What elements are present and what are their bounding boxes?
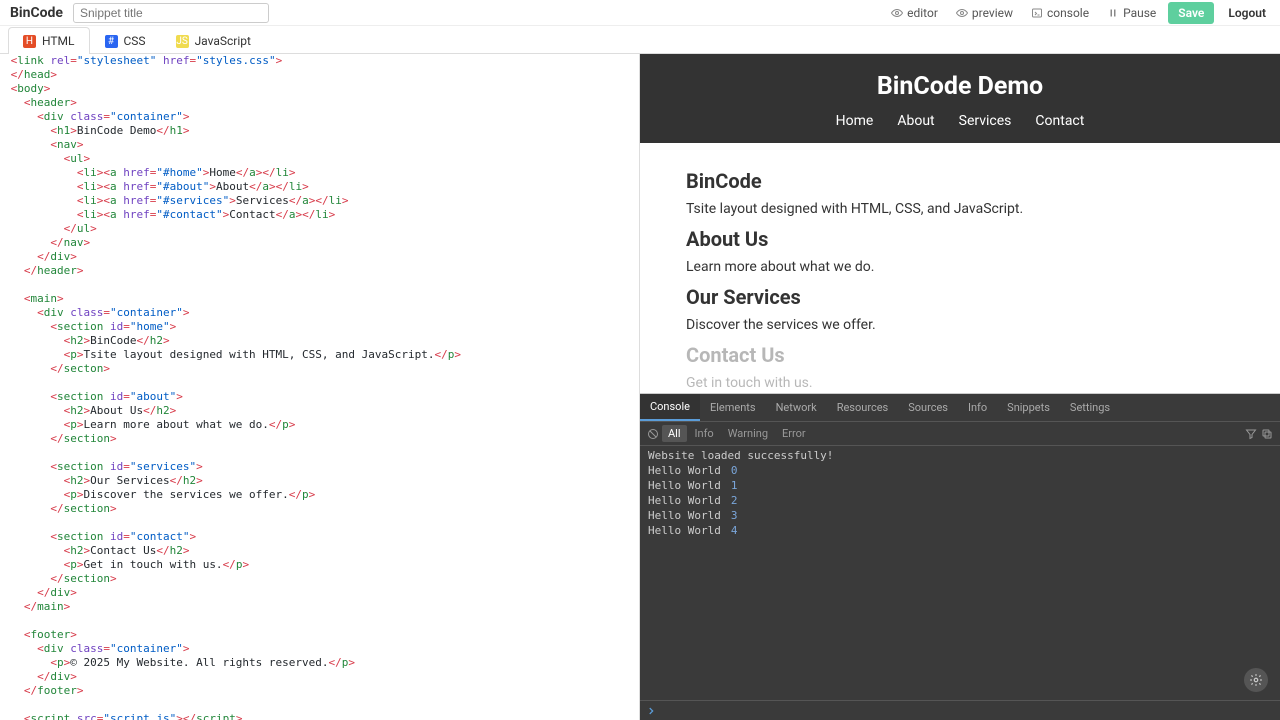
eye-icon	[956, 7, 968, 19]
tab-javascript[interactable]: JS JavaScript	[161, 27, 266, 54]
filter-warning[interactable]: Warning	[722, 425, 774, 442]
right-pane: BinCode Demo Home About Services Contact…	[640, 54, 1280, 720]
preview-nav-services[interactable]: Services	[959, 113, 1012, 129]
devtools-settings-button[interactable]	[1244, 668, 1268, 692]
preview-section-heading: About Us	[686, 227, 1234, 251]
preview-toggle[interactable]: preview	[950, 2, 1019, 24]
console-line: Website loaded successfully!	[640, 448, 1280, 463]
devtools-tab-elements[interactable]: Elements	[700, 394, 766, 421]
js-icon: JS	[176, 35, 189, 48]
preview-nav-home[interactable]: Home	[836, 113, 874, 129]
devtools-tab-settings[interactable]: Settings	[1060, 394, 1120, 421]
tab-html[interactable]: H HTML	[8, 27, 90, 54]
filter-funnel-icon[interactable]	[1244, 427, 1258, 441]
preview-pane[interactable]: BinCode Demo Home About Services Contact…	[640, 54, 1280, 394]
code-editor-pane[interactable]: <link rel="stylesheet" href="styles.css"…	[0, 54, 640, 720]
devtools-tabs: Console Elements Network Resources Sourc…	[640, 394, 1280, 422]
eye-icon	[891, 7, 903, 19]
chevron-right-icon	[646, 706, 656, 716]
devtools-tab-info[interactable]: Info	[958, 394, 997, 421]
editor-tabs: H HTML # CSS JS JavaScript	[0, 26, 1280, 54]
devtools-panel: Console Elements Network Resources Sourc…	[640, 394, 1280, 720]
devtools-filterbar: All Info Warning Error	[640, 422, 1280, 446]
console-line: Hello World3	[640, 508, 1280, 523]
preview-title: BinCode Demo	[640, 72, 1280, 101]
filter-info[interactable]: Info	[689, 425, 720, 442]
clear-console-icon[interactable]	[646, 427, 660, 441]
preview-body: BinCode Tsite layout designed with HTML,…	[640, 143, 1280, 394]
logo: BinCode	[6, 5, 67, 21]
preview-section-text: Learn more about what we do.	[686, 259, 1234, 275]
terminal-icon	[1031, 7, 1043, 19]
filter-all[interactable]: All	[662, 425, 687, 442]
preview-nav-contact[interactable]: Contact	[1035, 113, 1084, 129]
preview-section-heading: Contact Us	[686, 343, 1234, 367]
preview-section-text: Tsite layout designed with HTML, CSS, an…	[686, 201, 1234, 217]
filter-error[interactable]: Error	[776, 425, 812, 442]
console-line: Hello World0	[640, 463, 1280, 478]
main-split: <link rel="stylesheet" href="styles.css"…	[0, 54, 1280, 720]
snippet-title-input[interactable]	[73, 3, 269, 23]
preview-nav: Home About Services Contact	[640, 113, 1280, 129]
preview-header: BinCode Demo Home About Services Contact	[640, 54, 1280, 143]
editor-toggle[interactable]: editor	[885, 2, 944, 24]
logout-button[interactable]: Logout	[1220, 2, 1274, 24]
code-editor[interactable]: <link rel="stylesheet" href="styles.css"…	[0, 54, 639, 720]
devtools-tab-snippets[interactable]: Snippets	[997, 394, 1060, 421]
gear-icon	[1249, 673, 1263, 687]
save-button[interactable]: Save	[1168, 2, 1214, 24]
console-log[interactable]: Website loaded successfully!Hello World0…	[640, 446, 1280, 700]
topbar: BinCode editor preview console Pause Sav…	[0, 0, 1280, 26]
preview-section-text: Discover the services we offer.	[686, 317, 1234, 333]
preview-nav-about[interactable]: About	[897, 113, 934, 129]
css-icon: #	[105, 35, 118, 48]
console-prompt[interactable]	[640, 700, 1280, 720]
devtools-tab-network[interactable]: Network	[766, 394, 827, 421]
preview-section-heading: Our Services	[686, 285, 1234, 309]
html-icon: H	[23, 35, 36, 48]
devtools-tab-resources[interactable]: Resources	[827, 394, 899, 421]
copy-icon[interactable]	[1260, 427, 1274, 441]
pause-icon	[1107, 7, 1119, 19]
tab-css[interactable]: # CSS	[90, 27, 161, 54]
console-line: Hello World2	[640, 493, 1280, 508]
console-toggle[interactable]: console	[1025, 2, 1095, 24]
console-line: Hello World4	[640, 523, 1280, 538]
devtools-tab-console[interactable]: Console	[640, 394, 700, 421]
preview-section-heading: BinCode	[686, 169, 1234, 193]
console-line: Hello World1	[640, 478, 1280, 493]
pause-button[interactable]: Pause	[1101, 2, 1162, 24]
devtools-tab-sources[interactable]: Sources	[898, 394, 958, 421]
preview-section-text: Get in touch with us.	[686, 375, 1234, 391]
